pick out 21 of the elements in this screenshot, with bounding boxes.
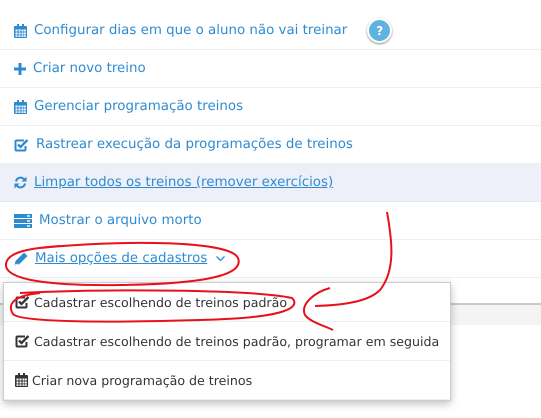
checkbox-icon [15, 295, 30, 309]
menu-link[interactable]: Mostrar o arquivo morto [14, 213, 202, 228]
server-icon [14, 214, 32, 228]
menu-link[interactable]: Limpar todos os treinos (remover exercícios) [14, 175, 334, 190]
menu-link[interactable]: Configurar dias em que o aluno não vai treinar [14, 23, 348, 38]
refresh-icon [14, 176, 27, 189]
menu-link[interactable]: Mais opções de cadastros [14, 251, 226, 266]
dropdown-item[interactable]: Cadastrar escolhendo de treinos padrão [4, 283, 450, 322]
dropdown-item[interactable]: Cadastrar escolhendo de treinos padrão, programar em seguida [4, 322, 450, 361]
calendar-icon [14, 100, 27, 114]
menu-link[interactable]: Gerenciar programação treinos [14, 99, 244, 114]
help-badge[interactable]: ? [367, 18, 392, 43]
calendar-icon [15, 373, 28, 387]
dropdown-item[interactable]: Criar nova programação de treinos [4, 361, 450, 400]
pencil-icon [14, 252, 28, 266]
menu-link[interactable]: Criar novo treino [14, 61, 146, 76]
checkbox-icon [15, 334, 30, 348]
calendar-icon [14, 24, 27, 38]
plus-icon [14, 62, 26, 74]
menu-link[interactable]: Rastrear execução da programações de treinos [14, 137, 353, 152]
checkbox-icon [14, 138, 29, 152]
